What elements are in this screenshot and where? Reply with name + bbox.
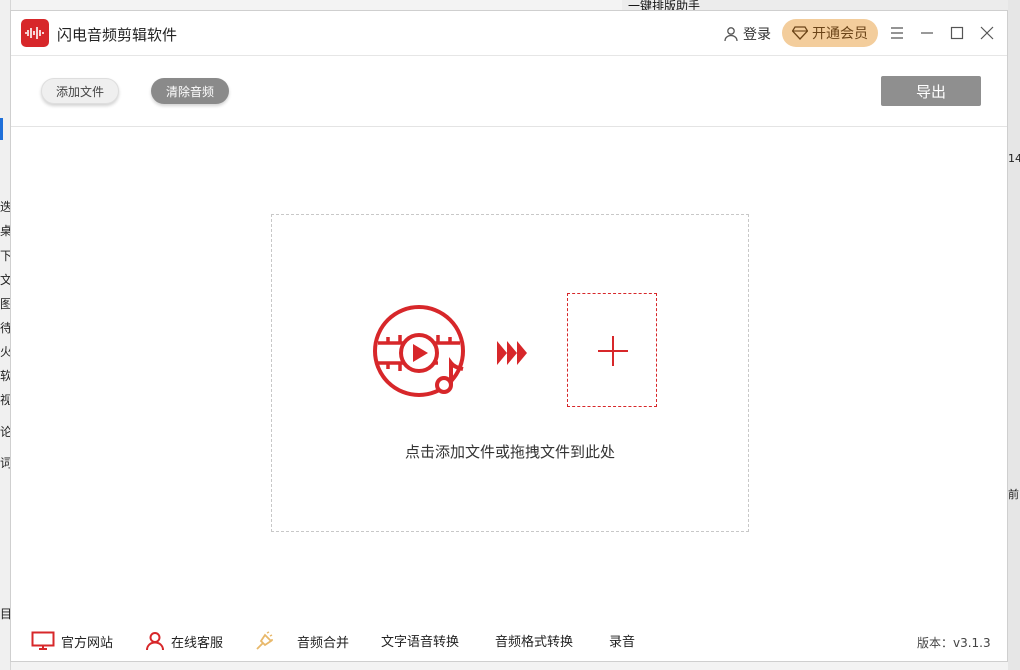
official-site-link[interactable]: 官方网站 xyxy=(31,631,113,651)
add-file-box[interactable] xyxy=(567,293,657,407)
background-fragment: 下 xyxy=(0,249,10,263)
audio-merge-label: 音频合并 xyxy=(297,635,350,651)
monitor-icon xyxy=(31,631,55,650)
vip-label: 开通会员 xyxy=(812,26,868,42)
background-fragment: 14 xyxy=(1008,152,1020,165)
online-service-label: 在线客服 xyxy=(171,635,224,651)
background-fragment: 桌 xyxy=(0,224,10,238)
user-service-icon xyxy=(146,632,164,651)
background-fragment: 视 xyxy=(0,393,10,407)
app-logo xyxy=(21,19,49,47)
text-to-speech-link[interactable]: 文字语音转换 xyxy=(381,631,459,650)
background-fragment: 前 xyxy=(1008,488,1019,501)
app-title: 闪电音频剪辑软件 xyxy=(57,26,178,44)
background-fragment: 目 xyxy=(0,607,10,621)
clear-audio-button[interactable]: 清除音频 xyxy=(151,78,229,104)
forward-arrows-icon xyxy=(497,341,527,365)
background-right-panel: 14 前 xyxy=(1008,0,1020,670)
background-selection-marker xyxy=(0,118,3,140)
export-button[interactable]: 导出 xyxy=(881,76,981,106)
login-label: 登录 xyxy=(743,27,771,43)
official-site-label: 官方网站 xyxy=(61,635,114,651)
menu-icon[interactable] xyxy=(889,25,905,41)
add-file-button[interactable]: 添加文件 xyxy=(41,78,119,104)
background-fragment: 软 xyxy=(0,369,10,383)
background-fragment: 图 xyxy=(0,297,10,311)
background-fragment: 待 xyxy=(0,321,10,335)
file-drop-zone[interactable]: 点击添加文件或拖拽文件到此处 xyxy=(271,214,749,532)
online-service-link[interactable]: 在线客服 xyxy=(145,631,223,651)
version-text: 版本：v3.1.3 xyxy=(917,636,991,650)
drop-hint-text: 点击添加文件或拖拽文件到此处 xyxy=(404,443,615,461)
background-fragment: 论 xyxy=(0,425,10,439)
plus-icon xyxy=(598,336,628,366)
background-fragment: 火 xyxy=(0,345,10,359)
minimize-icon[interactable] xyxy=(919,25,935,41)
user-icon xyxy=(724,27,738,42)
toolbar: 添加文件 清除音频 导出 xyxy=(11,56,1007,127)
audio-video-icon xyxy=(373,305,465,397)
background-fragment: 迭 xyxy=(0,200,10,214)
close-icon[interactable] xyxy=(979,25,995,41)
background-fragment: 词 xyxy=(0,456,10,470)
text-to-speech-label: 文字语音转换 xyxy=(381,635,460,650)
audio-merge-link[interactable]: 音频合并 xyxy=(253,631,349,651)
app-window: 闪电音频剪辑软件 登录 开通会员 添加文件 清除音频 导出 点击添加文件或拖拽文… xyxy=(10,10,1008,662)
record-link[interactable]: 录音 xyxy=(609,631,635,650)
login-button[interactable]: 登录 xyxy=(723,24,771,44)
title-bar: 闪电音频剪辑软件 登录 开通会员 xyxy=(11,11,1007,56)
waveform-icon xyxy=(25,27,44,39)
record-label: 录音 xyxy=(609,635,636,650)
background-fragment: 文 xyxy=(0,273,10,287)
maximize-icon[interactable] xyxy=(949,25,965,41)
diamond-icon xyxy=(792,26,808,40)
audio-format-convert-label: 音频格式转换 xyxy=(495,635,574,650)
vip-button[interactable]: 开通会员 xyxy=(782,19,878,47)
audio-format-convert-link[interactable]: 音频格式转换 xyxy=(495,631,573,650)
footer-bar: 官方网站 在线客服 音频合并 文字语音转换 音频格式转换 录音 版本：v3.1.… xyxy=(11,619,1007,663)
merge-icon xyxy=(256,631,273,650)
